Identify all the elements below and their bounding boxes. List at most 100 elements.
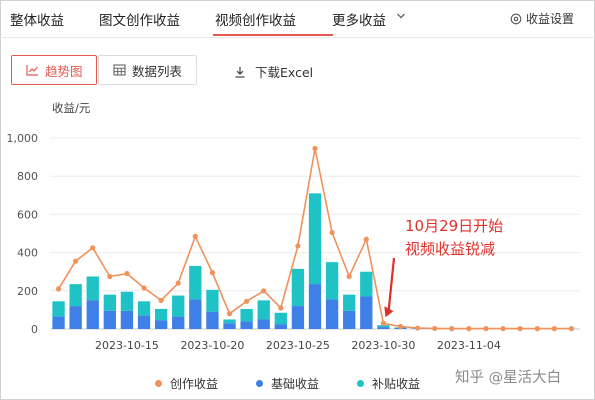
bar-basic (52, 316, 65, 329)
bar-basic (360, 296, 373, 329)
bar-basic (86, 300, 99, 329)
line-point (261, 288, 267, 294)
line-point (158, 297, 164, 303)
bar-subsidy (86, 276, 99, 301)
x-tick-label: 2023-10-15 (95, 339, 159, 352)
legend-dot-basic (256, 380, 264, 387)
line-point (346, 273, 352, 280)
bar-basic (120, 310, 134, 329)
bar-subsidy (223, 319, 236, 324)
trend-line-icon (26, 65, 38, 76)
download-icon (235, 66, 245, 78)
tab-overall-earnings[interactable]: 整体收益 (10, 9, 64, 29)
line-point (551, 326, 557, 332)
x-tick-label: 2023-10-30 (351, 339, 415, 352)
line-point (449, 326, 455, 332)
line-point (90, 245, 96, 251)
y-tick-label: 600 (17, 208, 38, 221)
bar-subsidy (172, 295, 185, 317)
line-point (244, 298, 250, 304)
bar-subsidy (137, 301, 151, 316)
top-nav: 整体收益 图文创作收益 视频创作收益 更多收益 收益设置 (0, 0, 595, 38)
bar-basic (69, 306, 82, 329)
bar-basic (223, 323, 236, 329)
bar-subsidy (69, 284, 82, 307)
download-excel-label: 下载Excel (255, 65, 314, 80)
bar-basic (377, 327, 390, 329)
line-point (312, 145, 318, 152)
legend-label-creation: 创作收益 (170, 377, 219, 391)
line-point (55, 286, 62, 292)
line-point (192, 233, 198, 239)
bar-subsidy (52, 301, 65, 317)
bar-subsidy (240, 308, 253, 322)
tab-video-earnings[interactable]: 视频创作收益 (215, 9, 296, 29)
y-tick-label: 800 (17, 170, 38, 183)
earnings-settings-link[interactable]: 收益设置 (510, 10, 574, 27)
line-point (534, 326, 540, 332)
data-list-label: 数据列表 (132, 63, 183, 79)
bar-basic (274, 324, 287, 329)
line-point (363, 236, 369, 242)
line-point (380, 320, 386, 326)
earnings-chart: 0 200 400 600 800 1,000 2023-10-15 2023-10-20 20… (7, 132, 580, 352)
legend-dot-subsidy (357, 380, 365, 387)
bar-basic (189, 299, 202, 329)
bar-subsidy (308, 193, 322, 285)
tab-more-earnings[interactable]: 更多收益 (332, 9, 386, 29)
data-list-button[interactable]: 数据列表 (98, 55, 197, 85)
annotation-text: 视频收益锐减 (405, 240, 495, 258)
download-excel-button[interactable]: 下载Excel (234, 62, 313, 81)
chevron-down-icon[interactable] (396, 11, 406, 21)
line-point (295, 243, 301, 249)
bar-basic (308, 284, 322, 329)
line-point (500, 326, 506, 332)
x-tick-label: 2023-11-04 (437, 339, 501, 352)
y-tick-label: 1,000 (7, 132, 39, 145)
y-tick-label: 400 (17, 247, 38, 260)
line-point (432, 325, 438, 332)
legend-item-creation[interactable]: 创作收益 (155, 375, 218, 392)
line-point (329, 229, 335, 236)
line-point (209, 270, 216, 276)
bar-subsidy (274, 312, 287, 325)
bar-subsidy (120, 291, 134, 311)
bar-basic (172, 316, 185, 329)
bar-subsidy (291, 268, 305, 307)
settings-label: 收益设置 (526, 12, 575, 26)
gear-icon (510, 13, 522, 24)
bar-basic (257, 319, 270, 329)
bar-subsidy (103, 294, 116, 311)
line-point (568, 326, 575, 332)
legend-item-basic[interactable]: 基础收益 (256, 375, 319, 392)
annotation-arrow-line (387, 257, 396, 314)
active-tab-indicator (213, 34, 333, 36)
legend-dot-creation (155, 380, 162, 387)
line-point (278, 305, 284, 311)
tab-article-earnings[interactable]: 图文创作收益 (99, 9, 180, 29)
line-point (175, 280, 181, 286)
legend-item-subsidy[interactable]: 补贴收益 (357, 375, 420, 392)
line-point (73, 258, 79, 264)
line-point (466, 326, 472, 332)
line-point (397, 323, 404, 330)
legend-label-subsidy: 补贴收益 (372, 377, 421, 391)
bar-basic (325, 299, 339, 329)
bar-basic (240, 321, 253, 329)
bar-subsidy (360, 271, 373, 297)
bar-subsidy (189, 265, 202, 300)
watermark: 知乎 @星活大白 (455, 370, 562, 386)
bar-subsidy (343, 294, 356, 311)
table-icon (113, 64, 126, 76)
line-point (414, 325, 421, 331)
line-point (517, 326, 523, 332)
bar-subsidy (257, 300, 270, 320)
bar-basic (103, 310, 116, 329)
bar-subsidy (325, 262, 339, 300)
bar-basic (154, 320, 168, 329)
y-tick-label: 200 (17, 285, 38, 298)
bar-basic (291, 306, 305, 329)
line-point (483, 326, 489, 332)
trend-chart-button[interactable]: 趋势图 (11, 55, 97, 85)
bar-subsidy (206, 289, 219, 312)
